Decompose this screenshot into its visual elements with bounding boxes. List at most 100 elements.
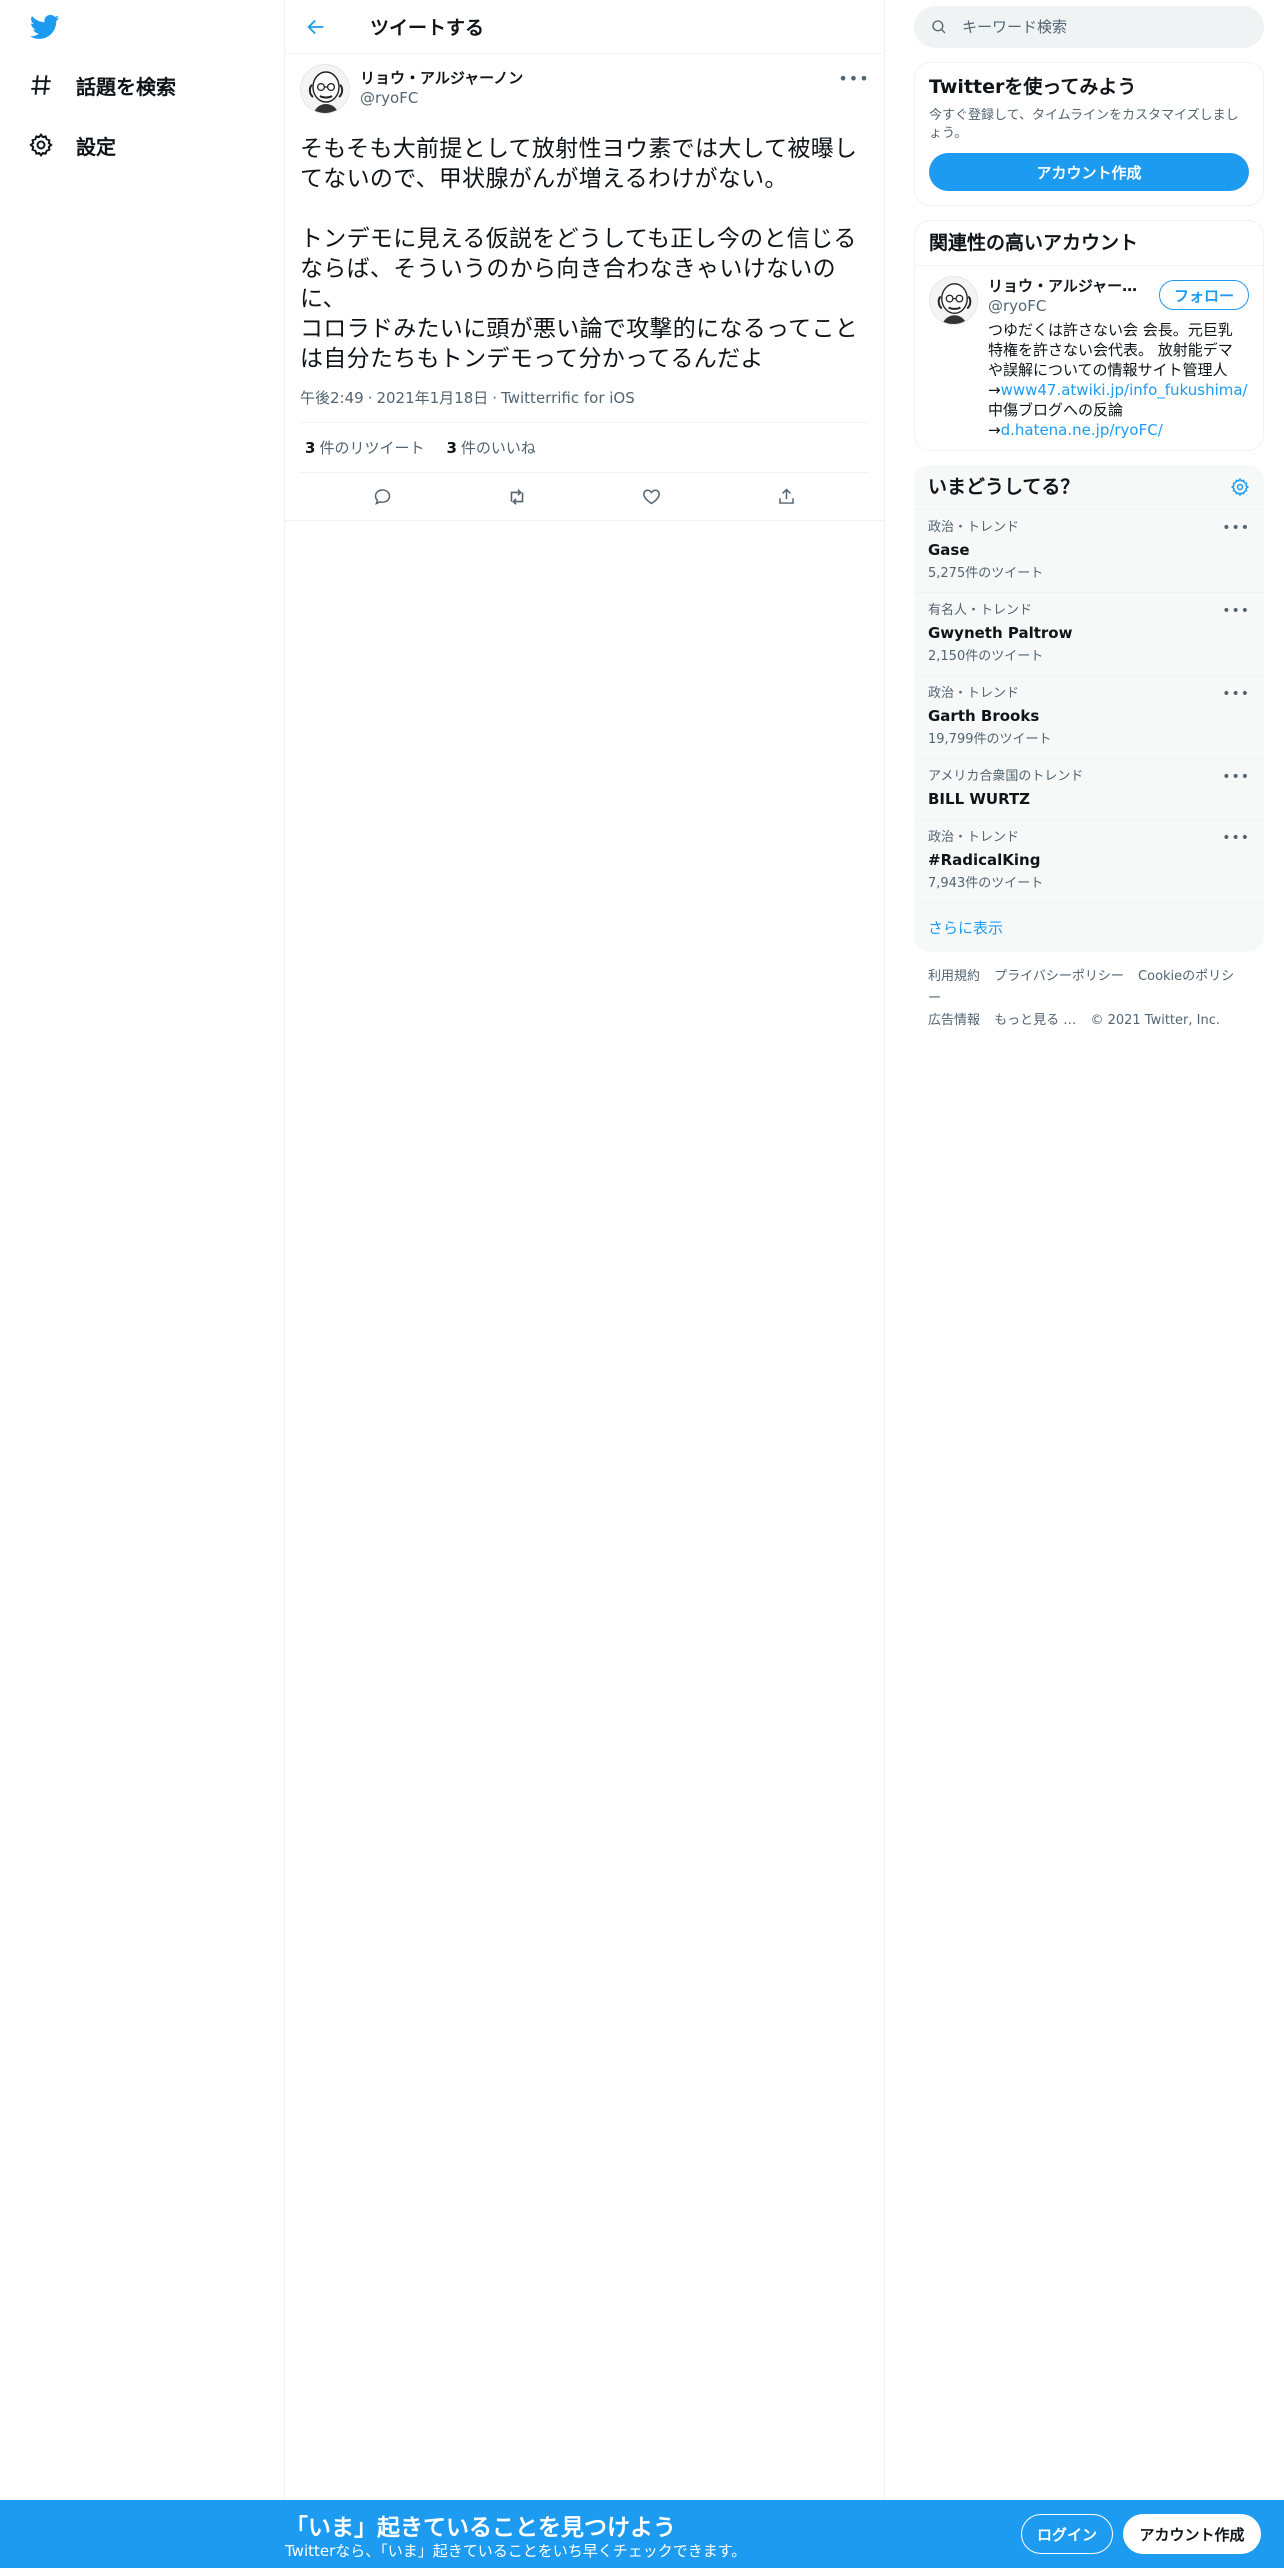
related-accounts-card: 関連性の高いアカウント リョウ・アルジャー… @ryoFC つゆだくは許さない会… (914, 220, 1264, 451)
tweet-meta: 午後2:49 · 2021年1月18日 · Twitterrific for iOS (300, 388, 869, 423)
nav-item-label: 話題を検索 (76, 74, 176, 99)
retweet-count-label: 件のリツイート (319, 439, 425, 457)
tweet: リョウ・アルジャーノン @ryoFC ••• そもそも大前提として放射性ヨウ素で… (285, 54, 884, 521)
related-accounts-title: 関連性の高いアカウント (915, 221, 1263, 266)
like-count[interactable]: 3 件のいいね (446, 437, 535, 458)
nav-item-settings[interactable]: 設定 (26, 117, 116, 173)
trend-count: 7,943件のツイート (928, 876, 1044, 891)
twitter-bird-icon[interactable] (28, 12, 62, 42)
trend-context: 政治・トレンド (928, 830, 1020, 845)
tweet-text: そもそも大前提として放射性ヨウ素では大して被曝してないので、甲状腺がんが増えるわ… (300, 136, 859, 372)
trend-name: Gwyneth Paltrow (928, 624, 1073, 642)
author-name[interactable]: リョウ・アルジャーノン (360, 68, 523, 88)
nav-item-explore[interactable]: 話題を検索 (26, 57, 176, 113)
main-column: ツイートする リョウ・アルジャーノン @ryoFC ••• そもそも大前提として… (285, 0, 885, 2500)
search-bar[interactable] (914, 6, 1264, 48)
signup-card-subtitle: 今すぐ登録して、タイムラインをカスタマイズしましょう。 (929, 108, 1239, 141)
tweet-stats: 3 件のリツイート 3 件のいいね (300, 423, 869, 473)
more-options-icon[interactable]: ••• (1222, 520, 1250, 536)
trend-name: #RadicalKing (928, 851, 1041, 869)
separator: · (492, 389, 498, 407)
trends-header: いまどうしてる？ (914, 465, 1264, 510)
search-icon (932, 20, 946, 34)
retweet-icon (510, 488, 524, 505)
separator: · (367, 389, 373, 407)
tweet-actions (285, 473, 884, 521)
footer-link-ads[interactable]: 広告情報 (928, 1013, 980, 1028)
login-button[interactable]: ログイン (1021, 2514, 1113, 2554)
trend-name: BILL WURTZ (928, 790, 1031, 808)
heart-icon (643, 489, 661, 505)
trend-context: アメリカ合衆国のトレンド (928, 769, 1084, 784)
trend-name: Gase (928, 541, 970, 559)
tweet-time[interactable]: 午後2:49 (300, 389, 364, 407)
avatar[interactable] (929, 276, 978, 325)
related-account-bio: つゆだくは許さない会 会長。元巨乳特権を許さない会代表。 放射能デマや誤解につい… (988, 320, 1248, 440)
more-options-icon[interactable]: ••• (1222, 769, 1250, 785)
tweet-header: リョウ・アルジャーノン @ryoFC ••• (300, 64, 869, 120)
arrow-left-icon (307, 19, 324, 34)
trend-item[interactable]: 有名人・トレンド Gwyneth Paltrow 2,150件のツイート ••• (914, 593, 1264, 676)
show-more-link[interactable]: さらに表示 (914, 903, 1264, 952)
nav-item-label: 設定 (76, 134, 116, 159)
related-account[interactable]: リョウ・アルジャー… @ryoFC つゆだくは許さない会 会長。元巨乳特権を許さ… (915, 266, 1263, 450)
footer-copyright: © 2021 Twitter, Inc. (1090, 1013, 1220, 1028)
tweet-source[interactable]: Twitterrific for iOS (501, 389, 635, 407)
trend-item[interactable]: 政治・トレンド Gase 5,275件のツイート ••• (914, 510, 1264, 593)
footer-link-terms[interactable]: 利用規約 (928, 969, 980, 984)
trend-count: 5,275件のツイート (928, 566, 1044, 581)
more-options-icon[interactable]: ••• (838, 68, 869, 88)
banner-title: 「いま」起きていることを見つけよう (285, 2515, 676, 2541)
footer-link-more[interactable]: もっと見る … (994, 1013, 1076, 1028)
gear-icon[interactable] (1230, 477, 1250, 497)
trend-context: 政治・トレンド (928, 686, 1020, 701)
trend-item[interactable]: アメリカ合衆国のトレンド BILL WURTZ ••• (914, 759, 1264, 820)
gear-icon (26, 130, 56, 160)
like-button[interactable] (632, 477, 672, 517)
tweet-date[interactable]: 2021年1月18日 (376, 389, 488, 407)
footer-link-privacy[interactable]: プライバシーポリシー (994, 969, 1124, 984)
search-input[interactable] (962, 18, 1222, 36)
more-options-icon[interactable]: ••• (1222, 686, 1250, 702)
more-options-icon[interactable]: ••• (1222, 830, 1250, 846)
signup-card-title: Twitterを使ってみよう (929, 76, 1137, 98)
retweet-count[interactable]: 3 件のリツイート (305, 437, 424, 458)
trend-name: Garth Brooks (928, 707, 1040, 725)
portrait-icon (301, 65, 349, 113)
trend-item[interactable]: 政治・トレンド Garth Brooks 19,799件のツイート ••• (914, 676, 1264, 759)
like-count-value: 3 (446, 439, 457, 457)
banner-subtitle: Twitterなら、「いま」起きていることをいち早くチェックできます。 (285, 2542, 747, 2560)
right-sidebar: Twitterを使ってみよう 今すぐ登録して、タイムラインをカスタマイズしましょ… (914, 0, 1264, 1046)
signup-button[interactable]: アカウント作成 (1123, 2514, 1261, 2554)
related-account-name[interactable]: リョウ・アルジャー… (988, 276, 1148, 296)
bio-link[interactable]: d.hatena.ne.jp/ryoFC/ (1001, 421, 1163, 439)
trends-title: いまどうしてる？ (928, 476, 1080, 498)
more-options-icon[interactable]: ••• (1222, 603, 1250, 619)
reply-icon (374, 489, 391, 505)
author-handle[interactable]: @ryoFC (360, 88, 523, 108)
hashtag-icon (26, 70, 56, 100)
follow-button[interactable]: フォロー (1158, 280, 1249, 310)
retweet-button[interactable] (497, 477, 537, 517)
like-count-label: 件のいいね (460, 439, 536, 457)
share-button[interactable] (767, 477, 807, 517)
trend-item[interactable]: 政治・トレンド #RadicalKing 7,943件のツイート ••• (914, 820, 1264, 903)
avatar[interactable] (300, 64, 350, 114)
footer-links: 利用規約 プライバシーポリシー Cookieのポリシー 広告情報 もっと見る …… (914, 952, 1264, 1046)
back-button[interactable] (298, 9, 334, 45)
tweet-author[interactable]: リョウ・アルジャーノン @ryoFC (360, 64, 523, 120)
trend-count: 19,799件のツイート (928, 732, 1052, 747)
bio-link[interactable]: www47.atwiki.jp/info_fukushima/ (1001, 381, 1248, 399)
signup-card: Twitterを使ってみよう 今すぐ登録して、タイムラインをカスタマイズしましょ… (914, 62, 1264, 206)
left-nav: 話題を検索 設定 (0, 0, 285, 2500)
page-header: ツイートする (285, 0, 884, 54)
trends-card: いまどうしてる？ 政治・トレンド Gase 5,275件のツイート ••• 有名… (914, 465, 1264, 952)
page-title: ツイートする (370, 17, 485, 39)
bottom-signup-banner: 「いま」起きていることを見つけよう Twitterなら、「いま」起きていることを… (0, 2500, 1284, 2568)
reply-button[interactable] (362, 477, 402, 517)
trend-context: 政治・トレンド (928, 520, 1020, 535)
share-icon (779, 488, 794, 504)
create-account-button[interactable]: アカウント作成 (929, 153, 1249, 191)
trend-count: 2,150件のツイート (928, 649, 1044, 664)
trend-context: 有名人・トレンド (928, 603, 1033, 618)
